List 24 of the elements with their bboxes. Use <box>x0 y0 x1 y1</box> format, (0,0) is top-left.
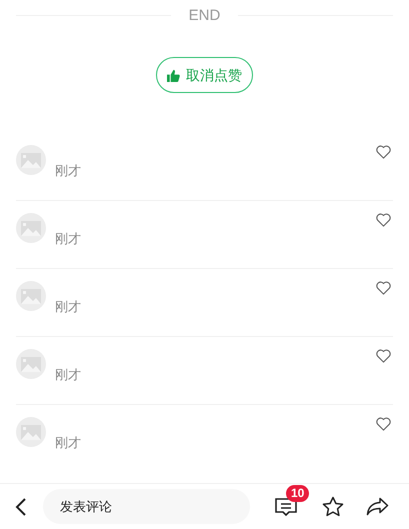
avatar-placeholder-icon <box>16 281 46 311</box>
back-icon[interactable] <box>14 496 28 516</box>
comment-time: 刚才 <box>55 434 81 452</box>
heart-icon[interactable] <box>376 281 391 295</box>
heart-icon[interactable] <box>376 145 391 159</box>
like-button[interactable]: 取消点赞 <box>156 57 253 93</box>
comment-time: 刚才 <box>55 230 81 248</box>
comment-time: 刚才 <box>55 162 81 180</box>
comment-input-field[interactable]: 发表评论 <box>43 489 250 524</box>
avatar-placeholder-icon <box>16 417 46 447</box>
thumbs-up-icon <box>167 68 180 82</box>
comment-count-badge: 10 <box>286 484 310 502</box>
heart-icon[interactable] <box>376 349 391 363</box>
avatar-placeholder-icon <box>16 213 46 243</box>
comment-time: 刚才 <box>55 366 81 384</box>
end-label: END <box>188 8 220 22</box>
comment-time: 刚才 <box>55 298 81 316</box>
share-icon[interactable] <box>366 497 389 516</box>
heart-icon[interactable] <box>376 417 391 431</box>
avatar-placeholder-icon <box>16 349 46 379</box>
star-icon[interactable] <box>322 496 344 517</box>
comment-icon[interactable] <box>274 496 298 516</box>
heart-icon[interactable] <box>376 213 391 227</box>
avatar-placeholder-icon <box>16 145 46 175</box>
